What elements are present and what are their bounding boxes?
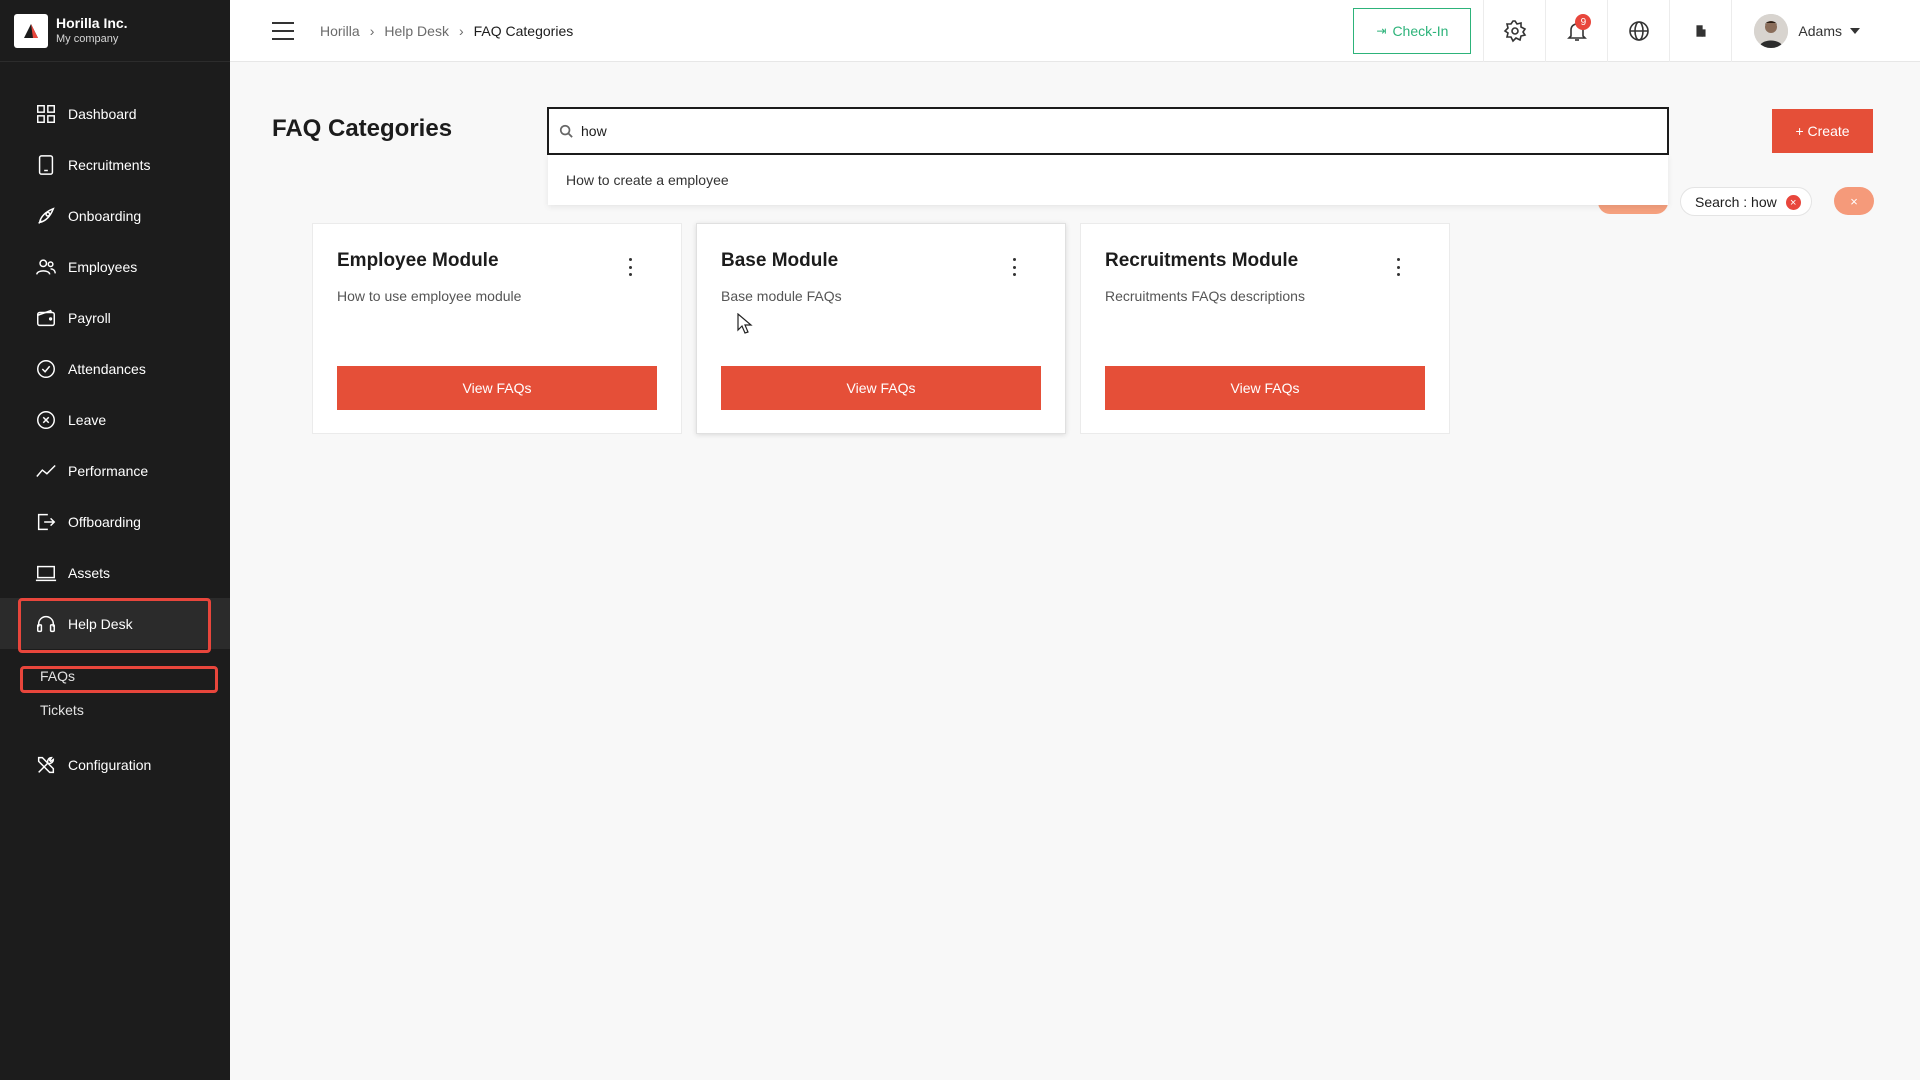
top-header: Horilla › Help Desk › FAQ Categories ⇥ C… bbox=[230, 0, 1920, 62]
view-faqs-button[interactable]: View FAQs bbox=[337, 366, 657, 410]
sidebar-item-label: Onboarding bbox=[68, 207, 142, 224]
sidebar-item-performance[interactable]: Performance bbox=[0, 445, 230, 496]
language-button[interactable] bbox=[1607, 0, 1669, 62]
faq-category-card: Recruitments Module Recruitments FAQs de… bbox=[1080, 223, 1450, 434]
wallet-icon bbox=[34, 306, 58, 330]
sidebar-item-label: Recruitments bbox=[68, 156, 151, 173]
tools-icon bbox=[34, 753, 58, 777]
filter-tag-label: Search : how bbox=[1695, 193, 1777, 210]
settings-button[interactable] bbox=[1483, 0, 1545, 62]
sidebar-item-assets[interactable]: Assets bbox=[0, 547, 230, 598]
user-menu[interactable]: Adams bbox=[1731, 0, 1920, 62]
breadcrumb: Horilla › Help Desk › FAQ Categories bbox=[320, 23, 573, 39]
mouse-cursor-icon bbox=[737, 313, 753, 334]
chevron-right-icon: › bbox=[369, 22, 375, 39]
chevron-right-icon: › bbox=[458, 22, 464, 39]
remove-filter-icon[interactable]: × bbox=[1785, 195, 1801, 210]
card-title: Recruitments Module bbox=[1105, 250, 1299, 271]
sidebar-item-attendances[interactable]: Attendances bbox=[0, 343, 230, 394]
login-icon: ⇥ bbox=[1376, 24, 1387, 38]
kebab-menu-icon[interactable] bbox=[625, 258, 635, 276]
sidebar-item-label: Leave bbox=[68, 411, 107, 428]
sidebar-item-payroll[interactable]: Payroll bbox=[0, 292, 230, 343]
sidebar-item-configuration[interactable]: Configuration bbox=[0, 739, 230, 790]
card-description: How to use employee module bbox=[337, 288, 522, 304]
sidebar-item-label: Attendances bbox=[68, 360, 146, 377]
highlight-help-desk bbox=[18, 598, 211, 653]
search-suggestion[interactable]: How to create a employee bbox=[548, 155, 1668, 205]
search-input[interactable] bbox=[581, 123, 1641, 139]
sidebar-item-label: Performance bbox=[68, 462, 149, 479]
company-logo bbox=[14, 13, 48, 48]
highlight-faqs bbox=[20, 666, 218, 693]
sidebar-item-label: Dashboard bbox=[68, 105, 137, 122]
sidebar-item-label: Assets bbox=[68, 564, 111, 581]
search-box[interactable] bbox=[547, 107, 1669, 155]
kebab-menu-icon[interactable] bbox=[1009, 258, 1019, 276]
sidebar-item-recruitments[interactable]: Recruitments bbox=[0, 139, 230, 190]
check-in-button[interactable]: ⇥ Check-In bbox=[1353, 8, 1472, 54]
sidebar-item-label: Configuration bbox=[68, 756, 152, 773]
avatar bbox=[1754, 14, 1789, 48]
trend-icon bbox=[34, 459, 58, 483]
building-icon bbox=[1696, 25, 1706, 37]
page-title: FAQ Categories bbox=[272, 115, 453, 142]
card-description: Recruitments FAQs descriptions bbox=[1105, 288, 1305, 304]
notification-badge: 9 bbox=[1575, 14, 1592, 30]
card-description: Base module FAQs bbox=[721, 288, 842, 304]
active-filter-tag[interactable]: Search : how × bbox=[1680, 187, 1812, 216]
user-name: Adams bbox=[1798, 23, 1842, 39]
check-circle-icon bbox=[34, 357, 58, 381]
sidebar-subitem-tickets[interactable]: Tickets bbox=[0, 693, 230, 727]
company-switcher[interactable]: Horilla Inc. My company bbox=[0, 0, 230, 62]
clear-filters-button[interactable]: × bbox=[1834, 187, 1874, 215]
sidebar-item-employees[interactable]: Employees bbox=[0, 241, 230, 292]
company-name: Horilla Inc. bbox=[56, 15, 128, 31]
hamburger-menu-icon[interactable] bbox=[272, 21, 294, 40]
search-icon bbox=[559, 124, 573, 138]
sidebar-item-label: Payroll bbox=[68, 309, 111, 326]
faq-category-card: Employee Module How to use employee modu… bbox=[312, 223, 682, 434]
view-faqs-button[interactable]: View FAQs bbox=[1105, 366, 1425, 410]
sidebar: Horilla Inc. My company Dashboard Recrui… bbox=[0, 0, 230, 1080]
kebab-menu-icon[interactable] bbox=[1393, 258, 1403, 276]
grid-icon bbox=[34, 102, 58, 126]
gear-icon bbox=[1503, 20, 1527, 43]
sidebar-item-offboarding[interactable]: Offboarding bbox=[0, 496, 230, 547]
create-button[interactable]: + Create bbox=[1772, 109, 1873, 153]
notifications-button[interactable]: 9 bbox=[1545, 0, 1607, 62]
people-icon bbox=[34, 255, 58, 279]
card-title: Base Module bbox=[721, 250, 839, 271]
laptop-icon bbox=[34, 561, 58, 585]
sidebar-item-onboarding[interactable]: Onboarding bbox=[0, 190, 230, 241]
tablet-icon bbox=[34, 153, 58, 177]
chevron-down-icon bbox=[1850, 28, 1860, 34]
sidebar-subitem-label: Tickets bbox=[40, 702, 84, 718]
card-title: Employee Module bbox=[337, 250, 499, 271]
check-in-label: Check-In bbox=[1392, 23, 1449, 39]
breadcrumb-horilla[interactable]: Horilla bbox=[320, 23, 360, 39]
company-button[interactable] bbox=[1669, 0, 1731, 62]
breadcrumb-help-desk[interactable]: Help Desk bbox=[384, 23, 449, 39]
x-circle-icon bbox=[34, 408, 58, 432]
view-faqs-button[interactable]: View FAQs bbox=[721, 366, 1041, 410]
exit-icon bbox=[34, 510, 58, 534]
sidebar-item-leave[interactable]: Leave bbox=[0, 394, 230, 445]
globe-icon bbox=[1629, 21, 1649, 41]
sidebar-item-label: Offboarding bbox=[68, 513, 141, 530]
sidebar-item-dashboard[interactable]: Dashboard bbox=[0, 88, 230, 139]
company-subtitle: My company bbox=[56, 33, 119, 45]
sidebar-item-label: Employees bbox=[68, 258, 138, 275]
rocket-icon bbox=[34, 204, 58, 228]
breadcrumb-current: FAQ Categories bbox=[473, 22, 574, 39]
